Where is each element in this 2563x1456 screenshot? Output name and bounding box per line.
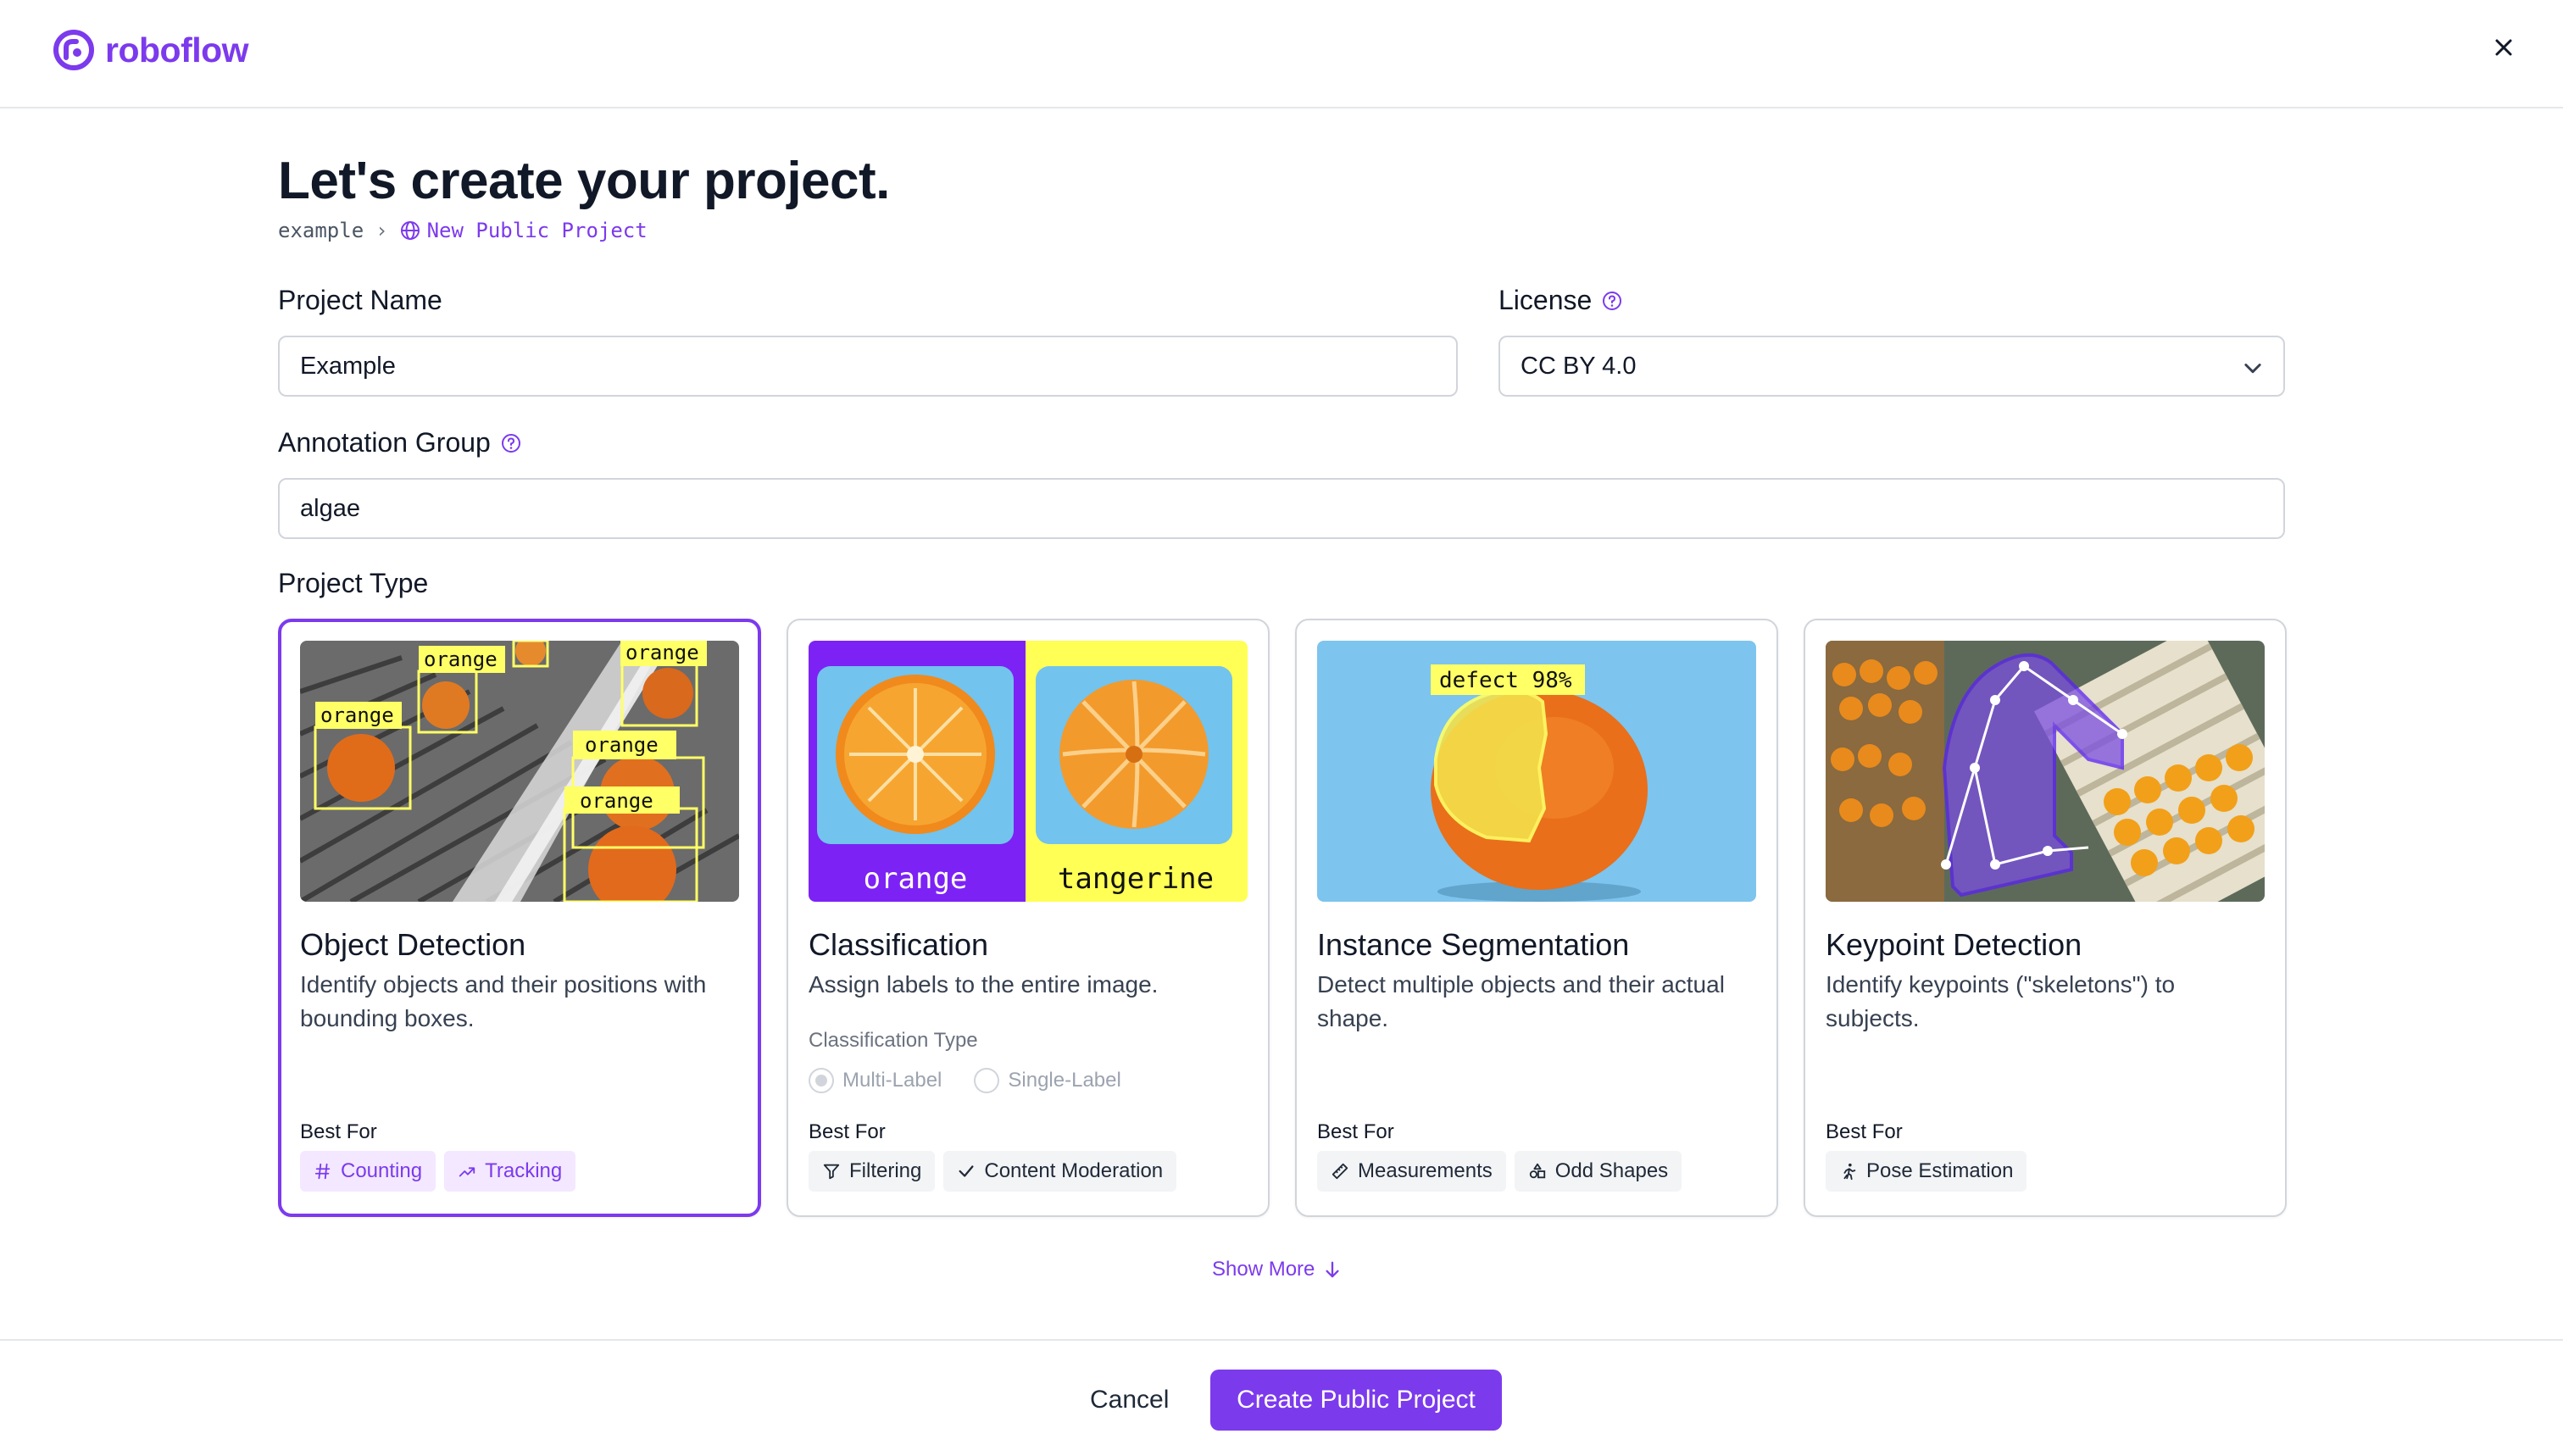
top-bar: roboflow: [0, 0, 2563, 108]
annotation-group-value: algae: [300, 494, 360, 522]
best-for-chips: Pose Estimation: [1826, 1151, 2027, 1192]
ruler-icon: [1332, 1163, 1348, 1180]
chip-filtering: Filtering: [809, 1151, 936, 1192]
svg-text:orange: orange: [625, 641, 699, 664]
svg-text:orange: orange: [864, 862, 968, 896]
chip-label: Tracking: [485, 1159, 563, 1182]
chip-pose-estimation: Pose Estimation: [1826, 1151, 2027, 1192]
license-label-text: License: [1498, 285, 1593, 315]
card-title: Instance Segmentation: [1317, 927, 1630, 962]
chip-label: Measurements: [1358, 1159, 1493, 1182]
question-circle-icon[interactable]: [1602, 291, 1622, 311]
card-description: Identify keypoints ("skeletons") to subj…: [1826, 971, 2176, 1031]
chip-label: Odd Shapes: [1554, 1159, 1669, 1182]
best-for-chips: Filtering Content Moderation: [809, 1151, 1177, 1192]
create-public-project-button[interactable]: Create Public Project: [1210, 1370, 1502, 1431]
card-title: Classification: [809, 927, 989, 962]
project-type-card-instance-segmentation[interactable]: defect 98% Instance Segmentation Detect …: [1295, 619, 1778, 1217]
breadcrumb-separator: ›: [375, 219, 388, 242]
brand-name: roboflow: [105, 30, 249, 69]
best-for-label: Best For: [1317, 1120, 1394, 1143]
chip-content-moderation: Content Moderation: [943, 1151, 1177, 1192]
svg-text:tangerine: tangerine: [1058, 862, 1214, 896]
classification-type-options: Multi-Label Single-Label: [809, 1068, 1121, 1093]
card-description: Assign labels to the entire image.: [809, 971, 1159, 998]
check-icon: [959, 1165, 974, 1177]
best-for-label: Best For: [1826, 1120, 1903, 1143]
project-name-label-text: Project Name: [278, 285, 442, 315]
roboflow-logo-icon: [53, 30, 94, 70]
license-value: CC BY 4.0: [1521, 352, 1637, 380]
chip-measurements: Measurements: [1317, 1151, 1506, 1192]
card-title: Object Detection: [300, 927, 526, 962]
close-icon: [2495, 39, 2512, 56]
cancel-button[interactable]: Cancel: [1078, 1370, 1181, 1431]
hash-icon: [314, 1163, 331, 1180]
project-type-card-object-detection[interactable]: orange orange orange orange orange Objec…: [278, 619, 761, 1217]
svg-text:orange: orange: [585, 733, 659, 757]
best-for-label: Best For: [300, 1120, 377, 1143]
radio-single-label[interactable]: [974, 1068, 1000, 1093]
svg-text:orange: orange: [320, 703, 394, 727]
chip-odd-shapes: Odd Shapes: [1514, 1151, 1682, 1192]
classification-type-label: Classification Type: [809, 1029, 978, 1052]
keypoint-detection-image: [1826, 641, 2265, 902]
show-more-label: Show More: [1212, 1258, 1315, 1281]
chevron-down-icon: [2244, 364, 2261, 374]
tracking-icon: [459, 1167, 475, 1177]
radio-multi-label[interactable]: [809, 1068, 834, 1093]
close-button[interactable]: [2487, 31, 2521, 64]
classification-image: orange tangerine: [809, 641, 1248, 902]
chip-label: Counting: [341, 1159, 423, 1182]
annotation-group-input[interactable]: algae: [278, 478, 2285, 539]
chip-label: Pose Estimation: [1866, 1159, 2014, 1182]
project-type-label-text: Project Type: [278, 568, 429, 598]
best-for-chips: Counting Tracking: [300, 1151, 576, 1192]
roboflow-logo[interactable]: roboflow: [53, 29, 249, 71]
project-name-label: Project Name: [278, 285, 442, 316]
chip-tracking: Tracking: [444, 1151, 576, 1192]
breadcrumb: example › New Public Project: [278, 219, 648, 242]
show-more-button[interactable]: Show More: [1212, 1258, 1342, 1281]
person-running-icon: [1843, 1163, 1856, 1181]
best-for-label: Best For: [809, 1120, 886, 1143]
page-title: Let's create your project.: [278, 152, 890, 210]
project-name-value: Example: [300, 352, 396, 380]
radio-single-label-text: Single-Label: [1008, 1069, 1121, 1092]
radio-multi-label-text: Multi-Label: [842, 1069, 942, 1092]
card-description: Detect multiple objects and their actual…: [1317, 971, 1725, 1031]
chip-counting: Counting: [300, 1151, 436, 1192]
svg-text:orange: orange: [580, 789, 653, 813]
instance-segmentation-image: defect 98%: [1317, 641, 1756, 902]
project-name-input[interactable]: Example: [278, 336, 1458, 397]
question-circle-icon[interactable]: [501, 433, 521, 453]
shapes-icon: [1529, 1163, 1545, 1179]
chip-label: Filtering: [849, 1159, 922, 1182]
chip-label: Content Moderation: [984, 1159, 1164, 1182]
card-description: Identify objects and their positions wit…: [300, 971, 707, 1031]
card-title: Keypoint Detection: [1826, 927, 2082, 962]
license-select[interactable]: CC BY 4.0: [1498, 336, 2285, 397]
project-type-label: Project Type: [278, 568, 428, 599]
annotation-group-label-text: Annotation Group: [278, 427, 491, 458]
project-type-card-classification[interactable]: orange tangerine Classification Assign l…: [787, 619, 1270, 1217]
license-label: License: [1498, 285, 1622, 316]
breadcrumb-current: New Public Project: [426, 219, 648, 242]
svg-text:defect 98%: defect 98%: [1439, 668, 1572, 693]
project-type-card-keypoint-detection[interactable]: Keypoint Detection Identify keypoints ("…: [1804, 619, 2287, 1217]
object-detection-image: orange orange orange orange orange: [300, 641, 739, 902]
breadcrumb-workspace[interactable]: example: [278, 219, 364, 242]
svg-text:orange: orange: [424, 647, 498, 671]
filter-icon: [823, 1164, 840, 1180]
arrow-down-icon: [1326, 1261, 1339, 1278]
best-for-chips: Measurements Odd Shapes: [1317, 1151, 1682, 1192]
annotation-group-label: Annotation Group: [278, 427, 521, 458]
globe-icon: [400, 221, 420, 240]
footer: Cancel Create Public Project: [0, 1339, 2563, 1456]
